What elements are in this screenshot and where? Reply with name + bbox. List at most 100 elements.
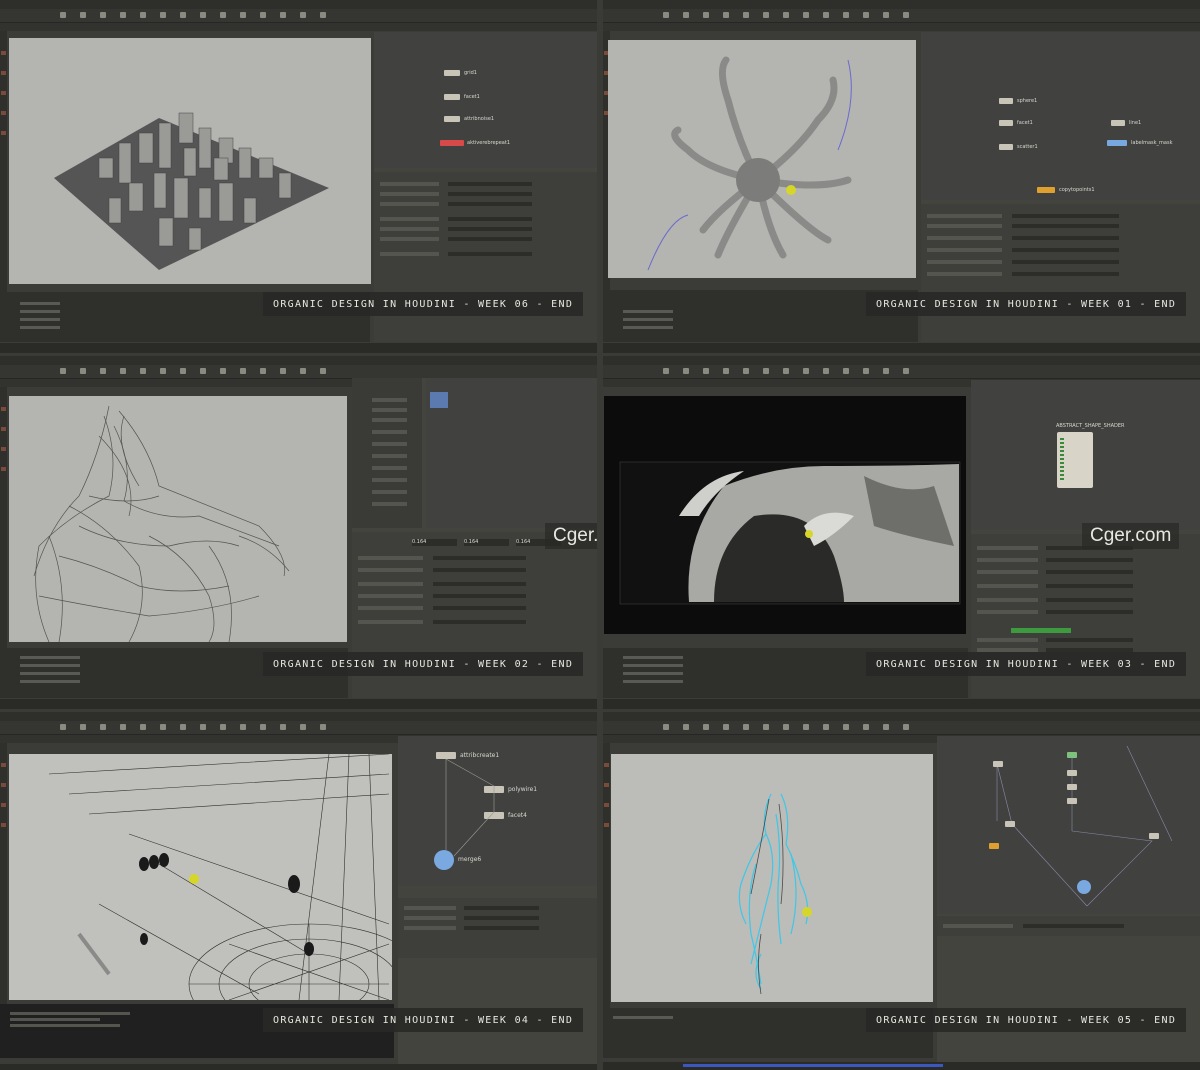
viewport-tools[interactable] [0, 31, 7, 331]
tool-icon[interactable] [280, 368, 286, 374]
tool-icon[interactable] [803, 368, 809, 374]
tool-icon[interactable] [100, 368, 106, 374]
tool-icon[interactable] [863, 12, 869, 18]
timeline-bar[interactable] [603, 699, 1200, 709]
tool-icon[interactable] [220, 368, 226, 374]
menu-bar[interactable] [603, 0, 1200, 9]
highlight-field[interactable] [1011, 628, 1071, 633]
viewport-tools[interactable] [0, 743, 7, 1048]
tool-icon[interactable] [60, 368, 66, 374]
tool-icon[interactable] [823, 12, 829, 18]
tool-icon[interactable] [723, 368, 729, 374]
tool-icon[interactable] [200, 368, 206, 374]
tool-icon[interactable] [883, 368, 889, 374]
tool-icon[interactable] [903, 368, 909, 374]
scene-viewport[interactable] [608, 40, 916, 278]
tool-icon[interactable] [300, 368, 306, 374]
value-field[interactable]: 0.164 [464, 539, 509, 546]
shelf-toolbar[interactable] [0, 365, 597, 379]
network-node[interactable] [444, 116, 460, 122]
shelf-toolbar[interactable] [603, 9, 1200, 23]
tool-icon[interactable] [903, 724, 909, 730]
network-node[interactable] [1067, 770, 1077, 776]
timeline-bar[interactable] [603, 1062, 1200, 1070]
network-node-selected[interactable] [1037, 187, 1055, 193]
tool-icon[interactable] [180, 724, 186, 730]
tool-icon[interactable] [843, 724, 849, 730]
tool-icon[interactable] [743, 724, 749, 730]
menu-bar[interactable] [603, 712, 1200, 721]
material-thumbnail[interactable] [430, 392, 448, 408]
tool-icon[interactable] [240, 12, 246, 18]
tool-icon[interactable] [783, 12, 789, 18]
tool-icon[interactable] [80, 724, 86, 730]
scene-viewport[interactable] [9, 754, 392, 1000]
tool-icon[interactable] [160, 724, 166, 730]
network-node[interactable] [1067, 784, 1077, 790]
tool-icon[interactable] [843, 368, 849, 374]
tool-icon[interactable] [863, 368, 869, 374]
scene-viewport[interactable] [9, 38, 371, 284]
tool-icon[interactable] [140, 368, 146, 374]
tool-icon[interactable] [723, 724, 729, 730]
tool-icon[interactable] [180, 368, 186, 374]
timeline-range[interactable] [683, 1064, 943, 1067]
tool-icon[interactable] [823, 724, 829, 730]
tool-icon[interactable] [100, 724, 106, 730]
pane-tabs[interactable] [0, 23, 597, 31]
tool-icon[interactable] [300, 724, 306, 730]
network-node-selected[interactable] [989, 843, 999, 849]
tool-icon[interactable] [663, 368, 669, 374]
tool-icon[interactable] [80, 368, 86, 374]
tool-icon[interactable] [160, 12, 166, 18]
timeline-bar[interactable] [603, 343, 1200, 353]
tool-icon[interactable] [683, 368, 689, 374]
network-node[interactable] [999, 144, 1013, 150]
network-node[interactable] [1111, 120, 1125, 126]
network-editor[interactable]: ABSTRACT_SHAPE_SHADER [971, 380, 1200, 530]
tool-icon[interactable] [803, 724, 809, 730]
tool-icon[interactable] [663, 724, 669, 730]
shelf-toolbar[interactable] [0, 721, 597, 735]
viewport-tools[interactable] [0, 387, 7, 687]
tool-icon[interactable] [783, 724, 789, 730]
network-node[interactable] [444, 94, 460, 100]
menu-bar[interactable] [0, 0, 597, 9]
node-tree-panel[interactable] [352, 378, 422, 528]
tool-icon[interactable] [240, 368, 246, 374]
tool-icon[interactable] [60, 724, 66, 730]
tool-icon[interactable] [883, 12, 889, 18]
material-palette[interactable] [426, 378, 597, 528]
tool-icon[interactable] [280, 12, 286, 18]
network-node[interactable] [1005, 821, 1015, 827]
network-node[interactable] [1067, 798, 1077, 804]
parameter-editor[interactable] [937, 916, 1200, 936]
tool-icon[interactable] [663, 12, 669, 18]
tool-icon[interactable] [763, 368, 769, 374]
tool-icon[interactable] [140, 724, 146, 730]
tool-icon[interactable] [783, 368, 789, 374]
tool-icon[interactable] [200, 724, 206, 730]
tool-icon[interactable] [120, 724, 126, 730]
tool-icon[interactable] [320, 12, 326, 18]
network-editor[interactable]: grid1 facet1 attribnoise1 aktiverebrepea… [374, 32, 597, 168]
tool-icon[interactable] [883, 724, 889, 730]
tool-icon[interactable] [703, 12, 709, 18]
network-node[interactable] [1149, 833, 1159, 839]
tool-icon[interactable] [703, 724, 709, 730]
scene-viewport[interactable] [611, 754, 933, 1002]
tool-icon[interactable] [100, 12, 106, 18]
tool-icon[interactable] [280, 724, 286, 730]
menu-bar[interactable] [0, 712, 597, 721]
tool-icon[interactable] [320, 724, 326, 730]
tool-icon[interactable] [80, 12, 86, 18]
tool-icon[interactable] [120, 12, 126, 18]
tool-icon[interactable] [260, 368, 266, 374]
menu-bar[interactable] [603, 356, 1200, 365]
scene-viewport[interactable] [9, 396, 347, 642]
render-view[interactable] [604, 396, 966, 634]
tool-icon[interactable] [160, 368, 166, 374]
shelf-toolbar[interactable] [603, 365, 1200, 379]
tool-icon[interactable] [743, 368, 749, 374]
tool-icon[interactable] [823, 368, 829, 374]
